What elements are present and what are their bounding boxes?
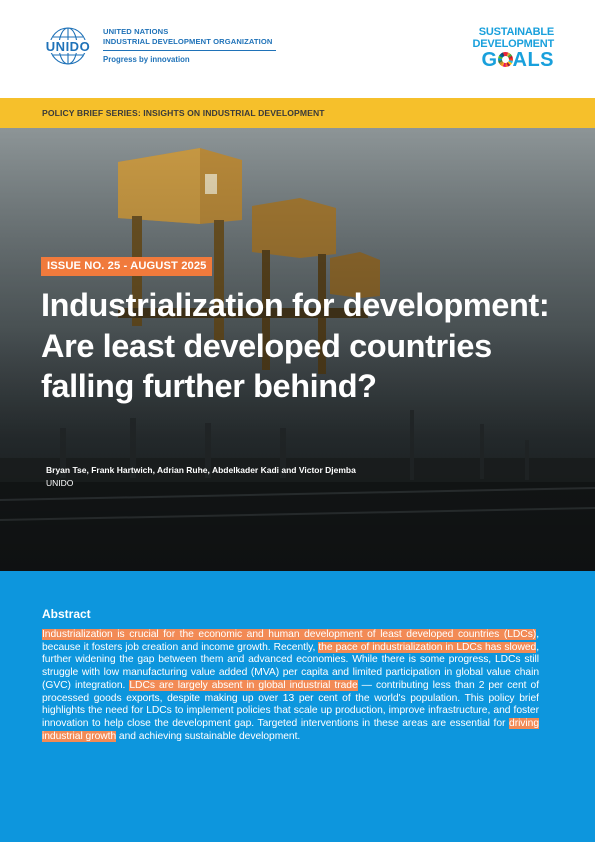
abstract-body: Industrialization is crucial for the eco… xyxy=(42,629,539,743)
abstract-heading: Abstract xyxy=(42,607,91,621)
page-title: Industrialization for development: Are l… xyxy=(41,287,550,404)
issue-badge: ISSUE NO. 25 - AUGUST 2025 xyxy=(41,257,213,276)
org-tagline: Progress by innovation xyxy=(103,55,190,64)
organization-block: UNITED NATIONS INDUSTRIAL DEVELOPMENT OR… xyxy=(103,27,293,65)
sdg-goals-rest: ALS xyxy=(512,49,554,71)
affiliation: UNIDO xyxy=(46,478,74,488)
abstract-segment: Industrialization is crucial for the eco… xyxy=(42,629,537,640)
authors: Bryan Tse, Frank Hartwich, Adrian Ruhe, … xyxy=(46,465,356,475)
sdg-logo: SUSTAINABLE DEVELOPMENT G ALS xyxy=(470,26,554,70)
unido-logo-text: UNIDO xyxy=(46,39,90,54)
series-label: POLICY BRIEF SERIES: INSIGHTS ON INDUSTR… xyxy=(42,108,325,118)
abstract-segment: the pace of industrialization in LDCs ha… xyxy=(318,641,537,653)
abstract-section: Abstract Industrialization is crucial fo… xyxy=(0,571,595,842)
sdg-wheel-icon xyxy=(497,52,513,67)
sdg-line1: SUSTAINABLE xyxy=(478,26,554,38)
unido-logo: UNIDO xyxy=(46,27,90,65)
abstract-segment: and achieving sustainable development. xyxy=(116,730,301,742)
sdg-goals: G ALS xyxy=(470,50,554,70)
series-band: POLICY BRIEF SERIES: INSIGHTS ON INDUSTR… xyxy=(0,98,595,128)
abstract-segment: LDCs are largely absent in global indust… xyxy=(129,679,358,691)
org-name-line2: INDUSTRIAL DEVELOPMENT ORGANIZATION xyxy=(103,37,273,46)
sdg-goals-g: G xyxy=(481,49,498,71)
org-name-line1: UNITED NATIONS xyxy=(103,27,169,36)
org-divider xyxy=(103,50,276,51)
header: UNIDO UNITED NATIONS INDUSTRIAL DEVELOPM… xyxy=(0,0,595,98)
